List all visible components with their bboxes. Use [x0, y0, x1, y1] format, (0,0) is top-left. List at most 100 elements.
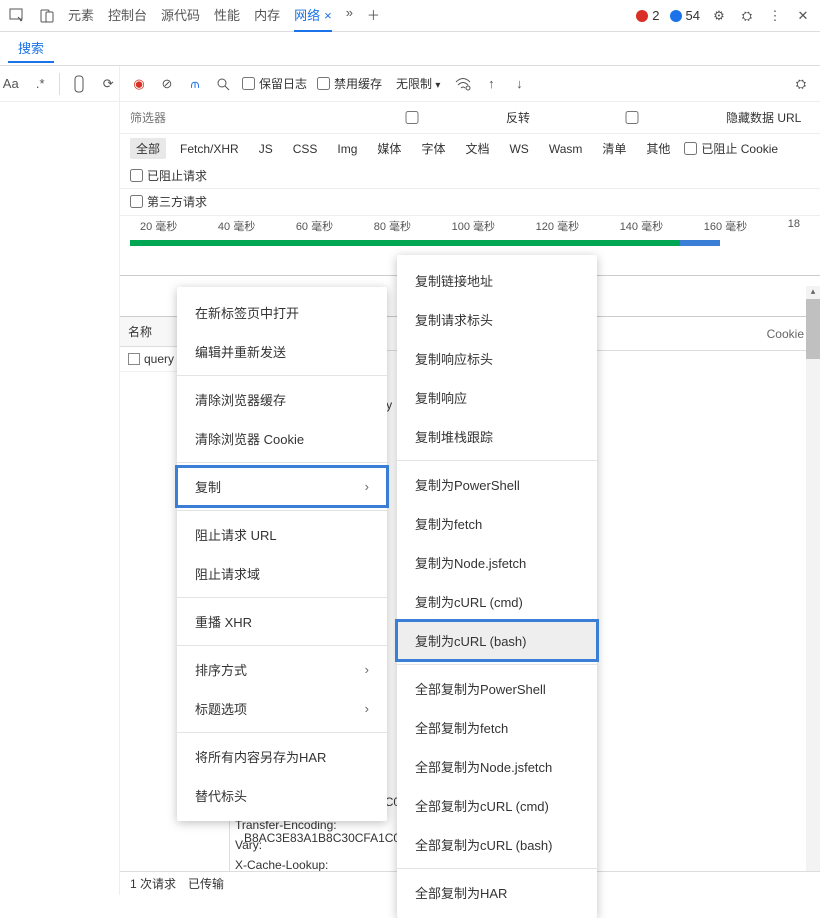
divider: [397, 664, 597, 665]
menu-open-new-tab[interactable]: 在新标签页中打开: [177, 293, 387, 332]
submenu-copy-all-node[interactable]: 全部复制为Node.jsfetch: [397, 747, 597, 786]
error-badge[interactable]: 2: [636, 8, 659, 23]
submenu-copy-all-curl-bash[interactable]: 全部复制为cURL (bash): [397, 825, 597, 864]
filter-js[interactable]: JS: [253, 140, 279, 158]
menu-block-domain[interactable]: 阻止请求域: [177, 554, 387, 593]
submenu-copy-curl-bash[interactable]: 复制为cURL (bash): [397, 621, 597, 660]
third-party-checkbox[interactable]: 第三方请求: [130, 193, 207, 210]
close-icon[interactable]: ×: [324, 8, 332, 23]
regex-button[interactable]: .*: [30, 72, 52, 96]
more-tabs[interactable]: »: [346, 0, 353, 32]
panel-settings-icon[interactable]: ⛭: [792, 75, 810, 93]
disable-cache-checkbox[interactable]: 禁用缓存: [317, 75, 382, 92]
chevron-right-icon: ›: [365, 479, 369, 494]
menu-replay-xhr[interactable]: 重播 XHR: [177, 602, 387, 641]
submenu-copy-all-har[interactable]: 全部复制为HAR: [397, 873, 597, 912]
more-icon[interactable]: ⋮: [766, 7, 784, 25]
menu-copy[interactable]: 复制›: [177, 467, 387, 506]
submenu-copy-stack[interactable]: 复制堆栈跟踪: [397, 417, 597, 456]
download-icon[interactable]: ↓: [510, 75, 528, 93]
filter-manifest[interactable]: 清单: [596, 138, 632, 159]
submenu-copy-all-curl-cmd[interactable]: 全部复制为cURL (cmd): [397, 786, 597, 825]
submenu-copy-curl-cmd[interactable]: 复制为cURL (cmd): [397, 582, 597, 621]
timeline-bar-blue: [680, 240, 720, 246]
invert-checkbox[interactable]: 反转: [322, 109, 530, 126]
tick: 140 毫秒: [620, 218, 663, 234]
tab-sources[interactable]: 源代码: [161, 0, 200, 32]
device-icon[interactable]: [38, 7, 56, 25]
scrollbar[interactable]: ▴: [806, 286, 820, 886]
match-case-button[interactable]: Aa: [0, 72, 22, 96]
clear-icon[interactable]: ⊘: [158, 75, 176, 93]
blocked-req-checkbox[interactable]: 已阻止请求: [130, 167, 207, 184]
filter-media[interactable]: 媒体: [371, 138, 407, 159]
refresh-icon[interactable]: ⟳: [98, 72, 120, 96]
filter-all[interactable]: 全部: [130, 138, 166, 159]
filter-ws[interactable]: WS: [503, 140, 534, 158]
type-filters: 全部 Fetch/XHR JS CSS Img 媒体 字体 文档 WS Wasm…: [120, 134, 820, 189]
menu-clear-cookie[interactable]: 清除浏览器 Cookie: [177, 419, 387, 458]
submenu-copy-fetch[interactable]: 复制为fetch: [397, 504, 597, 543]
blocked-cookie-checkbox[interactable]: 已阻止 Cookie: [684, 140, 778, 157]
filter-other[interactable]: 其他: [640, 138, 676, 159]
submenu-copy-resp-headers[interactable]: 复制响应标头: [397, 339, 597, 378]
submenu-copy-all-fetch[interactable]: 全部复制为fetch: [397, 708, 597, 747]
tick: 20 毫秒: [140, 218, 177, 234]
menu-save-har[interactable]: 将所有内容另存为HAR: [177, 737, 387, 776]
submenu-copy-ps[interactable]: 复制为PowerShell: [397, 465, 597, 504]
submenu-copy-link[interactable]: 复制链接地址: [397, 261, 597, 300]
tab-network[interactable]: 网络×: [294, 0, 332, 32]
filter-fetch[interactable]: Fetch/XHR: [174, 140, 245, 158]
tab-performance[interactable]: 性能: [214, 0, 240, 32]
throttling-select[interactable]: 无限制 ▾: [392, 75, 444, 92]
tab-memory[interactable]: 内存: [254, 0, 280, 32]
gear-icon[interactable]: ⛭: [738, 7, 756, 25]
divider: [177, 732, 387, 733]
copy-submenu: 复制链接地址 复制请求标头 复制响应标头 复制响应 复制堆栈跟踪 复制为Powe…: [397, 255, 597, 918]
info-badge[interactable]: 54: [670, 8, 700, 23]
upload-icon[interactable]: ↑: [482, 75, 500, 93]
preserve-log-checkbox[interactable]: 保留日志: [242, 75, 307, 92]
submenu-copy-resp[interactable]: 复制响应: [397, 378, 597, 417]
filter-wasm[interactable]: Wasm: [543, 140, 589, 158]
status-requests: 1 次请求: [130, 875, 176, 892]
filter-input[interactable]: [130, 111, 310, 125]
menu-edit-resend[interactable]: 编辑并重新发送: [177, 332, 387, 371]
menu-header-opts[interactable]: 标题选项›: [177, 689, 387, 728]
resp-header: Vary:: [235, 835, 337, 855]
search-sidebar: Aa .* ⟳: [0, 66, 120, 895]
menu-sort[interactable]: 排序方式›: [177, 650, 387, 689]
menu-block-url[interactable]: 阻止请求 URL: [177, 515, 387, 554]
tick: 40 毫秒: [218, 218, 255, 234]
tab-elements[interactable]: 元素: [68, 0, 94, 32]
divider: [397, 460, 597, 461]
submenu-copy-all-ps[interactable]: 全部复制为PowerShell: [397, 669, 597, 708]
search-tab[interactable]: 搜索: [8, 34, 54, 63]
row-checkbox[interactable]: [128, 353, 140, 365]
record-icon[interactable]: ◉: [130, 75, 148, 93]
tick: 80 毫秒: [374, 218, 411, 234]
filter-font[interactable]: 字体: [415, 138, 451, 159]
filter-img[interactable]: Img: [331, 140, 363, 158]
hide-data-url-checkbox[interactable]: 隐藏数据 URL: [542, 109, 801, 126]
close-devtools-icon[interactable]: ✕: [794, 7, 812, 25]
tick: 60 毫秒: [296, 218, 333, 234]
submenu-copy-node[interactable]: 复制为Node.jsfetch: [397, 543, 597, 582]
menu-clear-cache[interactable]: 清除浏览器缓存: [177, 380, 387, 419]
expand-icon[interactable]: [68, 72, 90, 96]
filter-icon[interactable]: ⫙: [186, 75, 204, 93]
search-icon[interactable]: [214, 75, 232, 93]
divider: [177, 510, 387, 511]
filter-css[interactable]: CSS: [287, 140, 324, 158]
inspect-icon[interactable]: [8, 7, 26, 25]
wifi-icon[interactable]: [454, 75, 472, 93]
menu-replace-headers[interactable]: 替代标头: [177, 776, 387, 815]
context-menu: 在新标签页中打开 编辑并重新发送 清除浏览器缓存 清除浏览器 Cookie 复制…: [177, 287, 387, 821]
tab-console[interactable]: 控制台: [108, 0, 147, 32]
filter-doc[interactable]: 文档: [459, 138, 495, 159]
settings-icon[interactable]: ⚙: [710, 7, 728, 25]
divider: [177, 375, 387, 376]
scrollbar-thumb[interactable]: [806, 299, 820, 359]
submenu-copy-req-headers[interactable]: 复制请求标头: [397, 300, 597, 339]
add-tab[interactable]: ＋: [367, 0, 380, 32]
